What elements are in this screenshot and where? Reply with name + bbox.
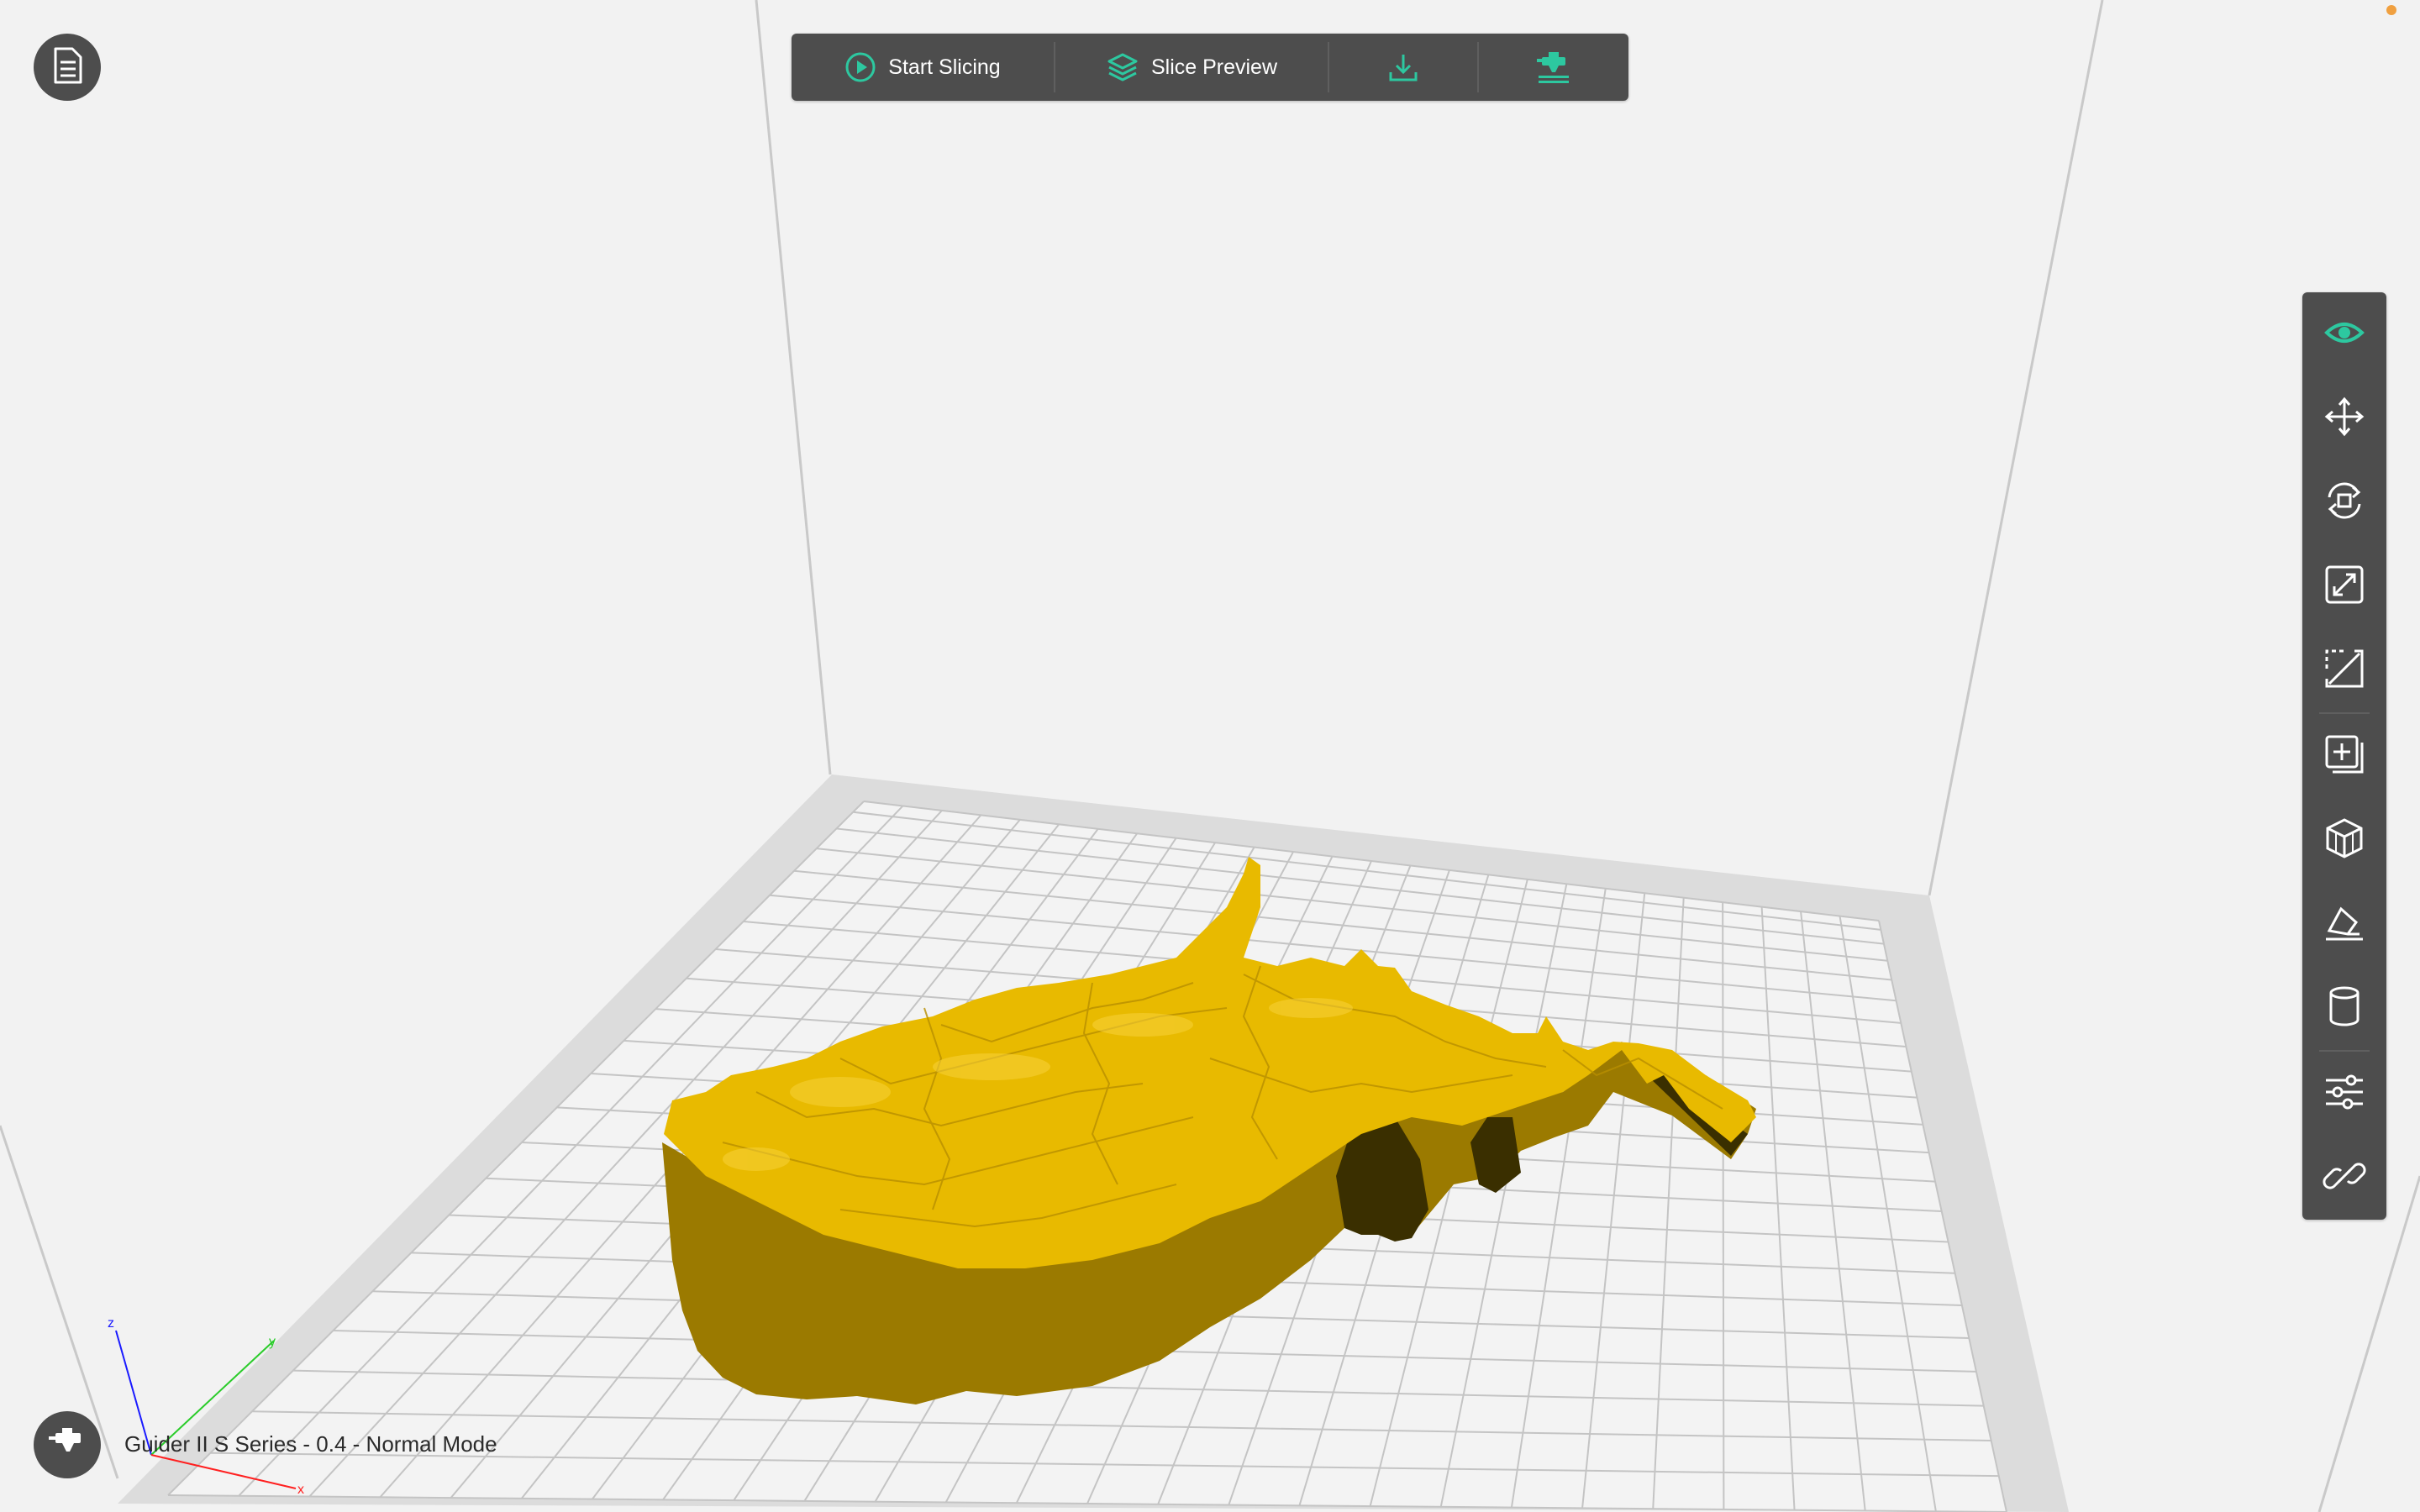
rotate-icon [2323,479,2366,527]
add-copy-icon [2323,732,2366,780]
status-indicator [2386,5,2396,15]
3d-viewport[interactable]: z y x Start Slicing Slice Preview Guider… [0,0,2420,1512]
lay-flat-icon [2323,900,2366,948]
rotate-button[interactable] [2302,460,2386,544]
printer-nozzle-icon [47,1426,87,1464]
file-document-icon [49,45,86,90]
support-button[interactable] [2302,966,2386,1050]
arrange-button[interactable] [2302,798,2386,882]
eye-icon [2324,318,2365,352]
cut-icon [2323,647,2366,695]
arrange-cubes-icon [2323,816,2366,864]
file-button[interactable] [34,34,101,101]
download-icon [1386,50,1420,84]
scale-button[interactable] [2302,544,2386,628]
lay-on-face-button[interactable] [2302,882,2386,966]
print-button[interactable] [1479,34,1628,101]
layers-icon [1106,50,1139,84]
link-icon [2323,1154,2366,1202]
start-slicing-label: Start Slicing [888,55,1001,79]
slice-preview-label: Slice Preview [1150,55,1278,79]
add-copy-button[interactable] [2302,714,2386,798]
link-button[interactable] [2302,1136,2386,1220]
axis-label-y: y [269,1335,276,1349]
printer-profile-label: Guider II S Series - 0.4 - Normal Mode [124,1431,497,1457]
sliders-icon [2323,1070,2366,1118]
axis-label-x: x [297,1483,304,1497]
axis-label-z: z [108,1316,114,1331]
export-button[interactable] [1329,34,1477,101]
slice-preview-button[interactable]: Slice Preview [1055,34,1328,101]
printer-select-button[interactable] [34,1411,101,1478]
scale-icon [2323,563,2366,611]
cut-button[interactable] [2302,628,2386,712]
move-arrows-icon [2323,395,2366,443]
top-toolbar: Start Slicing Slice Preview [792,34,1628,101]
cylinder-icon [2323,984,2366,1032]
right-toolbar [2302,292,2386,1220]
move-button[interactable] [2302,376,2386,460]
settings-button[interactable] [2302,1052,2386,1136]
build-scene[interactable]: z y x [0,0,2420,1512]
view-button[interactable] [2302,292,2386,376]
print-nozzle-icon [1534,49,1574,86]
play-circle-icon [844,51,876,83]
start-slicing-button[interactable]: Start Slicing [792,34,1054,101]
